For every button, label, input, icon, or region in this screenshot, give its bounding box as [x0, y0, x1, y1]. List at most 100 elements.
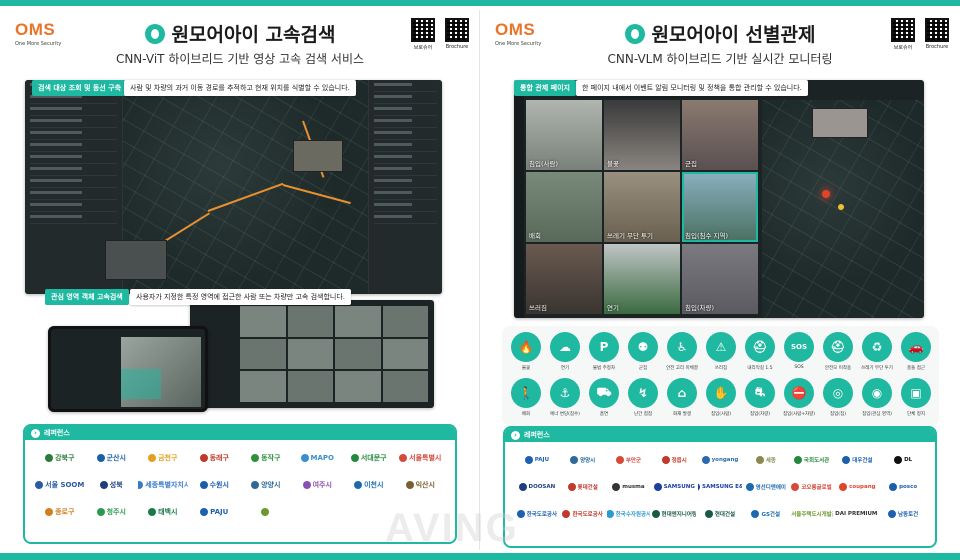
- camera-cell[interactable]: 침입(사람): [526, 100, 602, 170]
- reference-name: SAMSUNG E&A: [702, 484, 742, 490]
- qr-label: Brochure: [445, 44, 469, 50]
- reference-name: yongang: [711, 457, 739, 463]
- qr-code-icon: [411, 18, 435, 42]
- logo-mark-icon: [887, 510, 896, 518]
- event-type-label: 침입(관심 영역): [862, 412, 892, 417]
- camera-cell[interactable]: 쓰러짐: [526, 244, 602, 314]
- logo-mark-icon: [653, 483, 662, 491]
- logo-mark-icon: [842, 456, 851, 464]
- reference-name: 정읍시: [671, 458, 687, 464]
- event-type-item: 🚗 충돌 접근: [898, 332, 934, 376]
- logo-mark-icon: [138, 481, 144, 489]
- event-type-item: 🚶 배회: [508, 378, 544, 422]
- event-type-item: ▣ 단체 정지: [898, 378, 934, 422]
- logo-mark-icon: [751, 510, 760, 518]
- reference-logo: [241, 500, 291, 524]
- page-subtitle: CNN-ViT 하이브리드 기반 영상 고속 검색 서비스: [115, 52, 365, 66]
- qr-brochure-kr[interactable]: 브로슈어: [410, 18, 436, 51]
- qr-brochure-en[interactable]: Brochure: [444, 18, 470, 51]
- feature-caption-roi: 사용자가 지정한 특정 영역에 접근한 사람 또는 차량만 고속 검색합니다.: [130, 289, 352, 305]
- logo-mark-icon: [96, 454, 105, 462]
- feature-tag-roi: 관심 영역 객체 고속검색: [45, 289, 129, 305]
- qr-code-icon: [925, 18, 949, 42]
- reference-name: PAJU: [210, 508, 229, 516]
- event-type-icon: 🚗: [901, 332, 931, 362]
- camera-cell[interactable]: 침입(침수 지역): [682, 172, 758, 242]
- event-marker-icon[interactable]: [838, 204, 844, 210]
- reference-logo: 서울주택도시개발공사: [790, 502, 833, 526]
- event-type-icon: ⚉: [628, 332, 658, 362]
- event-type-label: 침입(사람+차량): [782, 412, 816, 417]
- title-row: 원모어아이 선별관제: [480, 20, 960, 48]
- camera-grid: 침입(사람) 불꽃 군집 배회 쓰레기 무단 투기 침입(침수 지역) 쓰러짐 …: [526, 100, 758, 314]
- logo-mark-icon: [793, 456, 802, 464]
- camera-popup[interactable]: [105, 240, 167, 280]
- logo-mark-icon: [35, 481, 44, 489]
- event-map[interactable]: [762, 100, 924, 318]
- event-type-icon: ♿: [667, 332, 697, 362]
- event-marker-icon[interactable]: [822, 190, 830, 198]
- reference-logo: 정읍시: [652, 448, 696, 472]
- logo-mark-icon: [615, 456, 624, 464]
- reference-logo: 세종특별자치시: [138, 473, 188, 497]
- qr-label: Brochure: [925, 44, 949, 50]
- qr-brochure-kr[interactable]: 브로슈어: [890, 18, 916, 51]
- page-title: 원모어아이 고속검색: [171, 24, 336, 46]
- reference-name: coupang: [849, 484, 876, 490]
- qr-brochure-en[interactable]: Brochure: [924, 18, 950, 51]
- event-type-label: 군집: [638, 366, 648, 371]
- camera-cell[interactable]: 침입(차량): [682, 244, 758, 314]
- feature-caption-monitoring: 한 페이지 내에서 이벤트 알림 모니터링 및 정책을 통합 관리할 수 있습니…: [576, 80, 808, 96]
- logo-mark-icon: [350, 454, 359, 462]
- watermark-text: AVING: [385, 506, 519, 550]
- camera-cell[interactable]: 쓰레기 무단 투기: [604, 172, 680, 242]
- event-type-icon: ↯: [628, 378, 658, 408]
- event-type-item: ⛟ 흡연: [586, 378, 622, 422]
- camera-cell[interactable]: 배회: [526, 172, 602, 242]
- title-row: 원모어아이 고속검색: [0, 20, 480, 48]
- logo-mark-icon: [745, 483, 754, 491]
- reference-name: 영선디앤에이: [755, 485, 786, 491]
- reference-name: 익산시: [415, 481, 435, 489]
- event-popup[interactable]: [812, 108, 868, 138]
- reference-logo: 서울 SOOM: [35, 473, 85, 497]
- reference-name: 서대문구: [360, 454, 387, 462]
- logo-mark-icon: [199, 481, 208, 489]
- reference-box: › 레퍼런스 PAJU 양양시 부안군 정읍시 yongang 세종 국회도서관 대우건설 DL D…: [503, 426, 937, 548]
- camera-cell[interactable]: 군집: [682, 100, 758, 170]
- reference-name: HYUNDAI PREMIUM OUTLETS: [835, 511, 879, 517]
- event-type-item: ⚓ 에너 변당(침수): [547, 378, 583, 422]
- camera-cell[interactable]: 불꽃: [604, 100, 680, 170]
- event-type-label: 난간 접점: [634, 412, 652, 417]
- logo-mark-icon: [570, 456, 579, 464]
- reference-logo: 한국도로공사: [515, 502, 559, 526]
- reference-logo: 세종: [744, 448, 788, 472]
- camera-thumbnail[interactable]: [293, 140, 343, 172]
- reference-logo: 이천시: [344, 473, 394, 497]
- logo-mark-icon: [839, 483, 848, 491]
- reference-logo: 청주시: [87, 500, 137, 524]
- reference-logo: PAJU: [515, 448, 559, 472]
- event-type-item: ↯ 난간 접점: [625, 378, 661, 422]
- camera-cell[interactable]: 연기: [604, 244, 680, 314]
- reference-logo: 롯데건설: [561, 475, 605, 499]
- event-type-label: 쓰레기 무단 투기: [861, 366, 893, 371]
- reference-name: 국회도서관: [803, 458, 830, 464]
- event-type-item: ⛔ 침입(사람+차량): [781, 378, 817, 422]
- reference-name: 부안군: [625, 458, 642, 464]
- event-type-item: ⛑ 안전모 미착용: [820, 332, 856, 376]
- reference-name: 금천구: [158, 454, 178, 462]
- event-type-item: ♻ 쓰레기 무단 투기: [859, 332, 895, 376]
- logo-mark-icon: [251, 481, 260, 489]
- event-type-item: ✋ 침입(사람): [703, 378, 739, 422]
- reference-name: 양양시: [261, 481, 281, 489]
- reference-logo: 영선디앤에이: [744, 475, 788, 499]
- reference-name: musma: [622, 484, 645, 490]
- reference-title: 레퍼런스: [524, 431, 550, 439]
- reference-logo: 익산시: [396, 473, 446, 497]
- reference-name: PAJU: [534, 457, 550, 463]
- event-type-item: ⚉ 군집: [625, 332, 661, 376]
- event-type-icon: ◉: [862, 378, 892, 408]
- reference-name: 동래구: [209, 454, 229, 462]
- reference-name: SAMSUNG: [663, 484, 695, 490]
